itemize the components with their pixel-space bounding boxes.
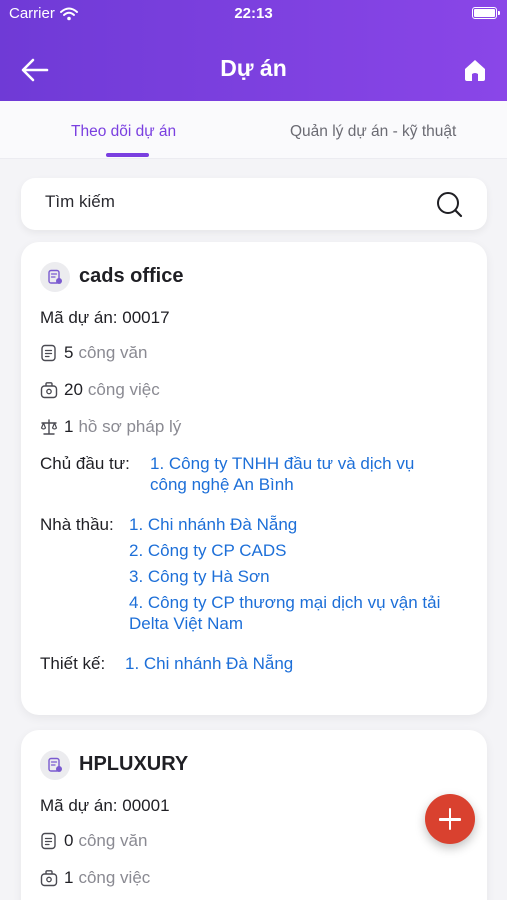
search-icon[interactable]	[436, 191, 463, 218]
active-tab-indicator	[106, 153, 149, 157]
project-card[interactable]: HPLUXURY Mã dự án: 00001 0 công văn 1 cô…	[21, 730, 487, 900]
legal-count: 1	[64, 417, 74, 436]
legal-label: hồ sơ pháp lý	[78, 417, 182, 436]
designer-link[interactable]: 1. Chi nhánh Đà Nẵng	[125, 653, 293, 674]
legal-stat[interactable]: 1 hồ sơ pháp lý	[40, 417, 181, 437]
task-icon	[40, 382, 58, 399]
documents-stat[interactable]: 5 công văn	[40, 343, 147, 363]
tab-bar: Theo dõi dự án Quản lý dự án - kỹ thuật	[0, 101, 507, 159]
home-icon	[465, 60, 485, 81]
documents-count: 5	[64, 343, 74, 362]
document-icon	[41, 832, 56, 850]
status-bar: Carrier 22:13	[0, 0, 507, 28]
project-name: HPLUXURY	[79, 753, 189, 775]
search-bar	[21, 178, 487, 230]
project-name: cads office	[79, 265, 184, 287]
task-icon	[40, 870, 58, 887]
tasks-label: công việc	[87, 380, 160, 399]
design-label: Thiết kế:	[40, 654, 106, 673]
project-code: Mã dự án: 00001	[40, 796, 170, 815]
contractor-link[interactable]: 4. Công ty CP thương mại dịch vụ vận tải…	[129, 592, 474, 634]
status-time: 22:13	[234, 5, 273, 22]
tasks-stat[interactable]: 1 công việc	[40, 868, 150, 888]
home-button[interactable]	[462, 57, 488, 83]
battery-icon	[472, 7, 500, 19]
tasks-count: 1	[64, 868, 74, 887]
tab-project-management[interactable]: Quản lý dự án - kỹ thuật	[290, 123, 456, 141]
document-icon	[41, 344, 56, 362]
documents-stat[interactable]: 0 công văn	[40, 831, 147, 851]
documents-label: công văn	[78, 343, 148, 362]
investor-link[interactable]: 1. Công ty TNHH đầu tư và dịch vụ công n…	[150, 453, 450, 495]
documents-label: công văn	[78, 831, 148, 850]
page-title: Dự án	[220, 55, 287, 81]
contractor-link[interactable]: 2. Công ty CP CADS	[129, 540, 286, 561]
documents-count: 0	[64, 831, 74, 850]
app-header: Carrier 22:13 Dự án	[0, 0, 507, 101]
tasks-stat[interactable]: 20 công việc	[40, 380, 160, 400]
tasks-count: 20	[64, 380, 83, 399]
tab-project-tracking[interactable]: Theo dõi dự án	[71, 123, 176, 141]
project-icon	[40, 262, 70, 292]
investor-label: Chủ đầu tư:	[40, 454, 130, 473]
contractor-label: Nhà thầu:	[40, 515, 114, 534]
project-card[interactable]: cads office Mã dự án: 00017 5 công văn 2…	[21, 242, 487, 715]
add-project-button[interactable]	[425, 794, 475, 844]
tasks-label: công việc	[78, 868, 151, 887]
project-icon	[40, 750, 70, 780]
contractor-link[interactable]: 1. Chi nhánh Đà Nẵng	[129, 514, 297, 535]
project-code: Mã dự án: 00017	[40, 308, 170, 327]
contractor-link[interactable]: 3. Công ty Hà Sơn	[129, 566, 270, 587]
search-input[interactable]	[45, 192, 425, 212]
scale-icon	[40, 419, 58, 435]
